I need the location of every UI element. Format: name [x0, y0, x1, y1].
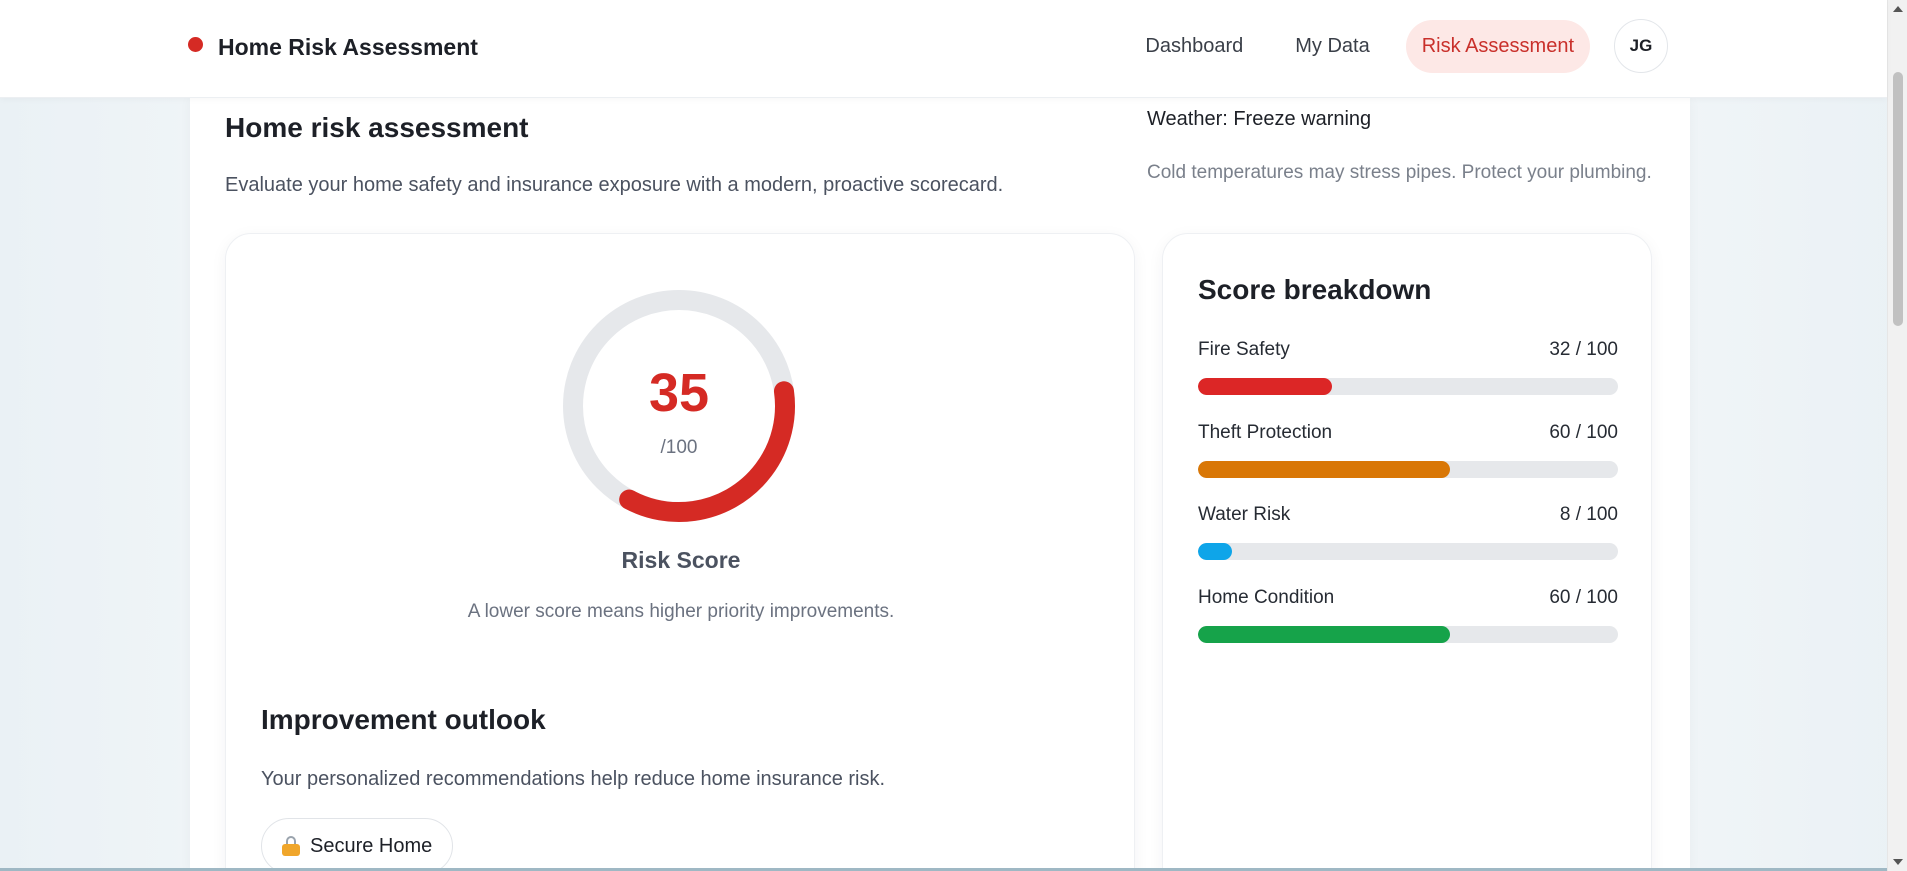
weather-alert-title: Weather: Freeze warning: [1147, 108, 1372, 130]
metric-label: Water Risk: [1198, 504, 1291, 525]
brand[interactable]: Home Risk Assessment: [188, 34, 478, 61]
nav-link-dashboard[interactable]: Dashboard: [1129, 20, 1259, 73]
scroll-down-arrow-icon[interactable]: [1893, 859, 1903, 865]
scroll-up-arrow-icon[interactable]: [1893, 6, 1903, 12]
improvement-outlook-subtitle: Your personalized recommendations help r…: [261, 768, 886, 790]
weather-alert-description: Cold temperatures may stress pipes. Prot…: [1147, 162, 1652, 183]
brand-dot-icon: [188, 37, 203, 52]
metric-bar-track: [1198, 543, 1618, 560]
nav-link-risk-assessment[interactable]: Risk Assessment: [1405, 19, 1590, 73]
metric-bar-track: [1198, 461, 1618, 478]
metric-bar-fill: [1198, 378, 1333, 395]
risk-score-card: 35 /100 Risk Score A lower score means h…: [225, 233, 1135, 871]
metric-label: Home Condition: [1198, 587, 1335, 608]
metric-bar-track: [1198, 626, 1618, 643]
risk-score-help: A lower score means higher priority impr…: [467, 601, 895, 622]
lock-icon: [282, 836, 300, 856]
risk-score-max: /100: [660, 437, 698, 458]
metric-score: 60 / 100: [1549, 422, 1618, 443]
vertical-scrollbar[interactable]: [1887, 0, 1907, 871]
nav-link-my-data[interactable]: My Data: [1279, 20, 1385, 73]
metric-fire-safety: Fire Safety 32 / 100: [1198, 339, 1618, 395]
metric-water-risk: Water Risk 8 / 100: [1198, 504, 1618, 560]
page-title: Home risk assessment: [225, 112, 529, 143]
app-title: Home Risk Assessment: [218, 34, 478, 60]
metric-score: 8 / 100: [1559, 504, 1618, 525]
metric-label: Fire Safety: [1198, 339, 1290, 360]
scrollbar-thumb[interactable]: [1893, 72, 1903, 326]
metric-score: 60 / 100: [1549, 587, 1618, 608]
user-avatar[interactable]: JG: [1614, 19, 1668, 73]
main-nav: Dashboard My Data Risk Assessment JG: [1109, 19, 1668, 73]
page: Home Risk Assessment Dashboard My Data R…: [0, 0, 1907, 871]
metric-score: 32 / 100: [1549, 339, 1618, 360]
metric-home-condition: Home Condition 60 / 100: [1198, 587, 1618, 643]
improvement-outlook-title: Improvement outlook: [261, 704, 546, 735]
score-breakdown-title: Score breakdown: [1198, 274, 1432, 305]
metric-bar-fill: [1198, 461, 1450, 478]
main-panel: Home risk assessment Evaluate your home …: [190, 98, 1690, 871]
metric-theft-protection: Theft Protection 60 / 100: [1198, 422, 1618, 478]
secure-home-chip[interactable]: Secure Home: [261, 818, 454, 871]
score-breakdown-card: Score breakdown Fire Safety 32 / 100 The…: [1162, 233, 1652, 871]
risk-score-value: 35: [648, 363, 710, 423]
secure-home-chip-label: Secure Home: [310, 834, 433, 857]
metric-bar-track: [1198, 378, 1618, 395]
risk-score-label: Risk Score: [621, 547, 741, 573]
top-navigation-bar: Home Risk Assessment Dashboard My Data R…: [0, 0, 1887, 98]
metric-bar-fill: [1198, 626, 1450, 643]
metric-label: Theft Protection: [1198, 422, 1333, 443]
page-subtitle: Evaluate your home safety and insurance …: [225, 174, 1004, 196]
metric-bar-fill: [1198, 543, 1232, 560]
